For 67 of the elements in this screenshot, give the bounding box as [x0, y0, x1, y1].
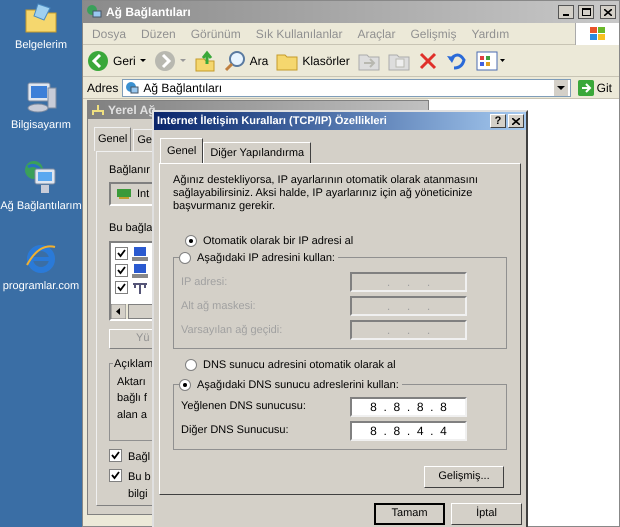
go-arrow-icon[interactable]	[578, 80, 594, 96]
cancel-button[interactable]: İptal	[451, 502, 522, 524]
toolbar-label[interactable]: Geri	[113, 52, 136, 70]
network-icon	[86, 4, 102, 20]
radio-button[interactable]	[185, 359, 197, 372]
field-label: Bağlanır	[109, 162, 150, 178]
tab[interactable]: Genel	[160, 138, 204, 162]
address-label: Adres	[87, 80, 118, 96]
network-icon	[125, 80, 140, 94]
computer-icon	[132, 246, 148, 260]
network-icon	[91, 104, 105, 116]
radio-label[interactable]: Aşağıdaki IP adresini kullan:	[197, 250, 335, 266]
search-icon[interactable]	[224, 50, 246, 72]
scroll-left-icon[interactable]	[111, 304, 126, 318]
checkbox[interactable]	[115, 281, 128, 294]
checkbox[interactable]	[115, 247, 128, 260]
checkbox[interactable]	[109, 448, 122, 462]
ip-address-field[interactable]: 8 . 8 . 8 . 8	[350, 396, 467, 416]
radio-label[interactable]: DNS sunucu adresini otomatik olarak al	[203, 357, 396, 374]
radio-button[interactable]	[179, 252, 191, 264]
tab[interactable]: Genel	[94, 127, 132, 150]
description-text: alan a	[117, 408, 147, 422]
field-label: Yeğlenen DNS sunucusu:	[181, 399, 306, 414]
tab[interactable]: Diğer Yapılandırma	[203, 142, 312, 162]
undo-icon[interactable]	[446, 50, 468, 70]
checkbox-label: Bağl	[128, 450, 150, 464]
toolbar-label[interactable]: Klasörler	[302, 52, 350, 70]
help-button[interactable]: ?	[490, 114, 506, 128]
radio-label[interactable]: Otomatik olarak bir IP adresi al	[203, 232, 354, 249]
description-text: Aktarı	[117, 374, 146, 390]
close-icon[interactable]	[604, 8, 612, 16]
toolbar-label[interactable]: Ara	[250, 52, 268, 70]
intro-text: Ağınız destekliyorsa, IP ayarlarının otomatik olarak atanmasını sağlayabilirsiniz. Aksi halde, IP ayarlarınız için ağ yöneticinize başvurmanız gerekir.	[173, 174, 479, 212]
description-text: bağlı f	[117, 391, 147, 406]
desktop-icon-label[interactable]: Belgelerim	[15, 37, 67, 54]
checkbox[interactable]	[109, 469, 122, 482]
computer-icon	[132, 264, 148, 278]
go-button[interactable]: Git	[574, 78, 615, 96]
minimize-button[interactable]	[558, 5, 574, 19]
field-label: Diğer DNS Sunucusu:	[181, 423, 289, 438]
caret-icon[interactable]	[140, 58, 146, 62]
desktop-icon-label[interactable]: Bilgisayarım	[11, 116, 71, 133]
radio-label[interactable]: Aşağıdaki DNS sunucu adreslerini kullan:	[197, 376, 399, 393]
checkbox[interactable]	[115, 264, 128, 277]
dialog-title: Internet İletişim Kuralları (TCP/IP) Özellikleri	[157, 114, 388, 129]
checkbox-label: Bu b	[128, 470, 151, 485]
field-label: Bu bağla	[109, 221, 152, 236]
radio-button[interactable]	[185, 234, 197, 247]
radio-button[interactable]	[179, 378, 191, 391]
maximize-icon[interactable]	[582, 8, 590, 16]
close-icon[interactable]	[512, 118, 520, 124]
folder-icon	[24, 2, 58, 34]
delete-x-icon[interactable]	[418, 50, 438, 70]
ip-address-field[interactable]: 8 . 8 . 4 . 4	[350, 420, 467, 440]
checkbox-label: bilgi	[128, 486, 149, 502]
advanced-button[interactable]: Gelişmiş...	[424, 466, 504, 488]
close-button[interactable]	[600, 5, 616, 19]
window-title: Ağ Bağlantıları	[106, 4, 192, 21]
ok-button[interactable]: Tamam	[374, 502, 445, 524]
protocol-icon	[132, 280, 148, 294]
desktop-icon-label[interactable]: programlar.com	[2, 278, 80, 294]
network-card-icon	[117, 189, 131, 199]
maximize-button[interactable]	[578, 5, 594, 19]
flag-icon	[588, 26, 606, 42]
address-field[interactable]: Ağ Bağlantıları	[122, 78, 571, 96]
desktop-icon-label[interactable]: Ağ Bağlantılarım	[0, 198, 82, 214]
views-grid-icon[interactable]	[476, 50, 506, 70]
